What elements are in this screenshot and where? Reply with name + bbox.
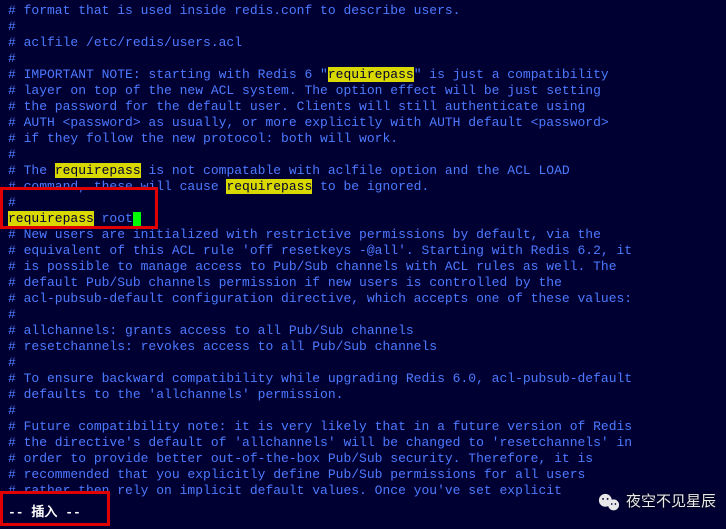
editor-line[interactable]: #	[8, 307, 726, 323]
line-text: # command, these will cause	[8, 179, 226, 194]
line-text: # The	[8, 163, 55, 178]
search-highlight: requirepass	[8, 211, 94, 226]
editor-line[interactable]: # equivalent of this ACL rule 'off reset…	[8, 243, 726, 259]
line-text: # the password for the default user. Cli…	[8, 99, 585, 114]
line-text: # allchannels: grants access to all Pub/…	[8, 323, 414, 338]
line-text: # defaults to the 'allchannels' permissi…	[8, 387, 343, 402]
line-text: #	[8, 147, 16, 162]
line-text: # the directive's default of 'allchannel…	[8, 435, 632, 450]
line-text: #	[8, 19, 16, 34]
line-text: # IMPORTANT NOTE: starting with Redis 6 …	[8, 67, 328, 82]
line-text: # order to provide better out-of-the-box…	[8, 451, 593, 466]
editor-line[interactable]: # To ensure backward compatibility while…	[8, 371, 726, 387]
line-text: # New users are initialized with restric…	[8, 227, 601, 242]
watermark-text: 夜空不见星辰	[626, 494, 716, 510]
editor-line[interactable]: #	[8, 355, 726, 371]
editor-line[interactable]: # allchannels: grants access to all Pub/…	[8, 323, 726, 339]
line-text: #	[8, 51, 16, 66]
line-text: # AUTH <password> as usually, or more ex…	[8, 115, 609, 130]
line-text: " is just a compatibility	[414, 67, 609, 82]
search-highlight: requirepass	[55, 163, 141, 178]
line-text: # default Pub/Sub channels permission if…	[8, 275, 562, 290]
line-text: root	[94, 211, 133, 226]
line-text: # format that is used inside redis.conf …	[8, 3, 460, 18]
editor-line[interactable]: # acl-pubsub-default configuration direc…	[8, 291, 726, 307]
editor-line[interactable]: #	[8, 403, 726, 419]
editor-line[interactable]: # the password for the default user. Cli…	[8, 99, 726, 115]
watermark: 夜空不见星辰	[598, 493, 716, 511]
line-text: # Future compatibility note: it is very …	[8, 419, 632, 434]
text-cursor	[133, 212, 141, 226]
editor-line[interactable]: # The requirepass is not compatable with…	[8, 163, 726, 179]
editor-line[interactable]: # AUTH <password> as usually, or more ex…	[8, 115, 726, 131]
editor-line[interactable]: # recommended that you explicitly define…	[8, 467, 726, 483]
line-text: # if they follow the new protocol: both …	[8, 131, 398, 146]
line-text: # rather then rely on implicit default v…	[8, 483, 562, 498]
editor-line[interactable]: # order to provide better out-of-the-box…	[8, 451, 726, 467]
line-text: # acl-pubsub-default configuration direc…	[8, 291, 632, 306]
editor-line[interactable]: # default Pub/Sub channels permission if…	[8, 275, 726, 291]
editor-line[interactable]: # IMPORTANT NOTE: starting with Redis 6 …	[8, 67, 726, 83]
editor-line[interactable]: # if they follow the new protocol: both …	[8, 131, 726, 147]
line-text: # is possible to manage access to Pub/Su…	[8, 259, 617, 274]
line-text: # aclfile /etc/redis/users.acl	[8, 35, 242, 50]
line-text: #	[8, 307, 16, 322]
editor-line[interactable]: requirepass root	[8, 211, 726, 227]
line-text: # resetchannels: revokes access to all P…	[8, 339, 437, 354]
editor-line[interactable]: # defaults to the 'allchannels' permissi…	[8, 387, 726, 403]
line-text: # To ensure backward compatibility while…	[8, 371, 632, 386]
editor-line[interactable]: # command, these will cause requirepass …	[8, 179, 726, 195]
line-text: #	[8, 195, 16, 210]
editor-line[interactable]: # layer on top of the new ACL system. Th…	[8, 83, 726, 99]
line-text: to be ignored.	[312, 179, 429, 194]
wechat-icon	[598, 493, 620, 511]
line-text: #	[8, 403, 16, 418]
editor-line[interactable]: #	[8, 147, 726, 163]
editor-line[interactable]: # New users are initialized with restric…	[8, 227, 726, 243]
editor-line[interactable]: # the directive's default of 'allchannel…	[8, 435, 726, 451]
editor-line[interactable]: # aclfile /etc/redis/users.acl	[8, 35, 726, 51]
line-text: # layer on top of the new ACL system. Th…	[8, 83, 601, 98]
line-text: is not compatable with aclfile option an…	[141, 163, 570, 178]
editor-line[interactable]: # is possible to manage access to Pub/Su…	[8, 259, 726, 275]
editor-line[interactable]: # format that is used inside redis.conf …	[8, 3, 726, 19]
terminal-editor[interactable]: # format that is used inside redis.conf …	[8, 3, 726, 499]
vim-mode-indicator: -- 插入 --	[8, 505, 81, 521]
editor-line[interactable]: #	[8, 51, 726, 67]
editor-line[interactable]: # resetchannels: revokes access to all P…	[8, 339, 726, 355]
editor-line[interactable]: #	[8, 19, 726, 35]
line-text: # recommended that you explicitly define…	[8, 467, 585, 482]
line-text: #	[8, 355, 16, 370]
search-highlight: requirepass	[226, 179, 312, 194]
editor-line[interactable]: #	[8, 195, 726, 211]
editor-line[interactable]: # Future compatibility note: it is very …	[8, 419, 726, 435]
search-highlight: requirepass	[328, 67, 414, 82]
line-text: # equivalent of this ACL rule 'off reset…	[8, 243, 632, 258]
